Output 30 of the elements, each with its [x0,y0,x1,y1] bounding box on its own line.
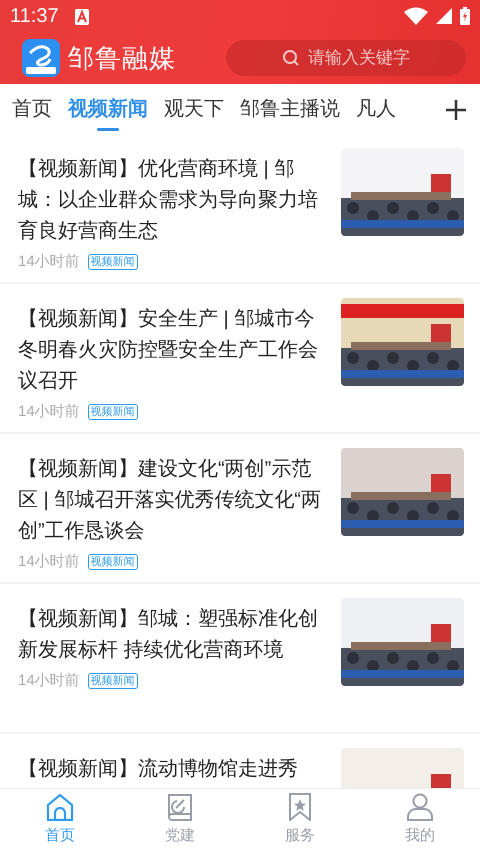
person-icon [407,793,433,821]
app-name: 邹鲁融媒 [68,42,176,74]
app-logo [22,39,60,77]
category-tab[interactable]: 凡人 [356,84,396,134]
category-tab[interactable]: 观天下 [164,84,224,134]
notification-icon [74,8,89,25]
article-title[interactable]: 【视频新闻】流动博物馆走进秀 [18,754,325,785]
plus-icon [446,100,466,120]
category-tag: 视频新闻 [88,254,138,270]
article-title[interactable]: 【视频新闻】邹城：塑强标准化创新发展标杆 持续优化营商环境 [18,604,325,666]
category-tag: 视频新闻 [88,673,138,690]
signal-icon [436,8,452,24]
article-time: 14小时前 [18,552,80,572]
category-tab[interactable]: 首页 [12,84,52,134]
article-title[interactable]: 【视频新闻】安全生产 | 邹城市今冬明春火灾防控暨安全生产工作会议召开 [18,304,325,397]
article-time: 14小时前 [18,671,80,691]
article-title[interactable]: 【视频新闻】优化营商环境 | 邹城：以企业群众需求为导向聚力培育良好营商生态 [18,154,325,247]
home-icon [46,793,74,821]
article-title[interactable]: 【视频新闻】建设文化“两创”示范区 | 邹城召开落实优秀传统文化“两创”工作恳谈会 [18,454,325,547]
category-tag: 视频新闻 [88,404,138,420]
article-time: 14小时前 [18,252,80,272]
bookmark-icon [288,793,312,821]
category-tag: 视频新闻 [88,554,138,570]
battery-icon [460,7,470,25]
wifi-icon [404,7,428,25]
book-icon [167,793,193,821]
status-time: 11:37 [10,4,59,29]
article-time: 14小时前 [18,402,80,422]
category-tab[interactable]: 邹鲁主播说 [240,84,340,134]
search-icon [282,49,300,67]
